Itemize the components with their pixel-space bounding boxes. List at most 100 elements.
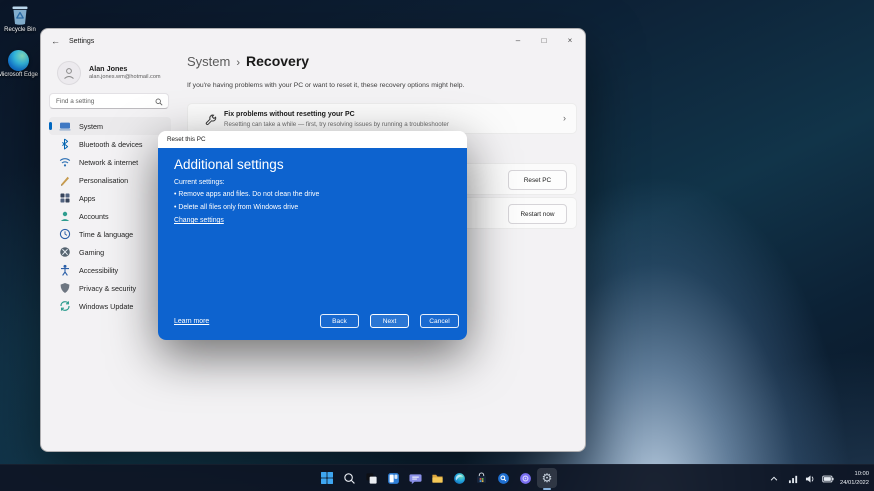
cancel-button[interactable]: Cancel — [420, 314, 459, 328]
sidebar-item-system[interactable]: System — [49, 117, 171, 135]
edge-shortcut-label: Microsoft Edge — [0, 72, 39, 78]
sidebar-item-apps[interactable]: Apps — [49, 189, 171, 207]
shield-icon — [60, 283, 70, 293]
purple-app-icon — [519, 472, 531, 484]
edge-icon — [453, 472, 465, 484]
volume-icon[interactable] — [805, 474, 816, 484]
clock-icon — [59, 228, 71, 240]
sidebar-item-personalisation[interactable]: Personalisation — [49, 171, 171, 189]
troubleshoot-subtitle: Resetting can take a while — first, try … — [224, 121, 449, 128]
chat-button[interactable] — [405, 468, 425, 488]
back-button[interactable]: Back — [320, 314, 359, 328]
recycle-bin-shortcut[interactable]: Recycle Bin — [0, 3, 42, 35]
reset-pc-button[interactable]: Reset PC — [508, 170, 567, 190]
window-controls: – □ × — [505, 31, 583, 49]
task-view-button[interactable] — [361, 468, 381, 488]
network-signal-icon[interactable] — [788, 474, 799, 484]
taskbar-center-icons: ⚙ — [317, 468, 557, 490]
folder-icon — [431, 474, 443, 483]
account-email: alan.jones.wm@hotmail.com — [89, 74, 161, 80]
sidebar-label: Accounts — [79, 211, 109, 221]
sidebar-item-network-internet[interactable]: Network & internet — [49, 153, 171, 171]
sidebar-item-accounts[interactable]: Accounts — [49, 207, 171, 225]
account-avatar[interactable] — [57, 61, 81, 85]
wifi-icon — [59, 158, 71, 167]
window-title: Settings — [69, 38, 95, 45]
restart-now-button[interactable]: Restart now — [508, 204, 567, 224]
clock-date[interactable]: 10:00 24/01/2022 — [840, 470, 869, 487]
maximize-button[interactable]: □ — [531, 31, 557, 49]
sidebar-item-privacy-security[interactable]: Privacy & security — [49, 279, 171, 297]
bullet-glyph: • — [174, 191, 177, 198]
setting-bullet-text: Delete all files only from Windows drive — [178, 204, 299, 211]
edge-shortcut[interactable]: Microsoft Edge — [0, 50, 40, 80]
sidebar-label: Privacy & security — [79, 283, 137, 293]
sidebar-item-time-language[interactable]: Time & language — [49, 225, 171, 243]
learn-more-link[interactable]: Learn more — [174, 318, 209, 325]
settings-search — [49, 93, 169, 109]
widgets-button[interactable] — [383, 468, 403, 488]
sidebar-label: Time & language — [79, 229, 134, 239]
sidebar-item-accessibility[interactable]: Accessibility — [49, 261, 171, 279]
search-icon — [343, 472, 355, 484]
next-button[interactable]: Next — [370, 314, 409, 328]
taskbar: ⚙ 10:00 24/01/2022 — [0, 464, 874, 491]
settings-taskbar-button[interactable]: ⚙ — [537, 468, 557, 490]
sidebar-label: Windows Update — [79, 301, 134, 311]
breadcrumb: System › Recovery — [187, 53, 309, 69]
chat-bubble-icon — [408, 473, 422, 484]
sidebar-item-bluetooth-devices[interactable]: Bluetooth & devices — [49, 135, 171, 153]
clock-time: 10:00 — [854, 471, 869, 478]
settings-sidebar: System Bluetooth & devices Network & int… — [49, 117, 171, 315]
setting-bullet-text: Remove apps and files. Do not clean the … — [178, 191, 320, 198]
store-bag-icon — [476, 471, 486, 483]
paintbrush-icon — [61, 176, 69, 186]
edge-button[interactable] — [449, 468, 469, 488]
current-settings-label: Current settings: — [174, 179, 225, 186]
chevron-right-icon: › — [236, 57, 241, 69]
battery-icon[interactable] — [822, 474, 834, 484]
page-title: Recovery — [246, 53, 310, 69]
sidebar-label: Network & internet — [79, 157, 139, 167]
troubleshoot-card[interactable]: Fix problems without resetting your PC R… — [187, 103, 577, 134]
dialog-title: Reset this PC — [158, 131, 467, 148]
apps-grid-icon — [60, 193, 70, 203]
file-explorer-button[interactable] — [427, 468, 447, 488]
close-button[interactable]: × — [557, 31, 583, 49]
start-button[interactable] — [317, 468, 337, 488]
reset-this-pc-dialog: Reset this PC Additional settings Curren… — [158, 131, 467, 340]
change-settings-link[interactable]: Change settings — [174, 217, 224, 224]
app-icon-purple[interactable] — [515, 468, 535, 488]
widgets-icon — [387, 472, 399, 484]
person-icon — [64, 68, 74, 79]
sidebar-label: Apps — [79, 193, 96, 203]
gear-icon: ⚙ — [541, 471, 553, 485]
sidebar-item-gaming[interactable]: Gaming — [49, 243, 171, 261]
dialog-heading: Additional settings — [174, 157, 284, 172]
microsoft-store-button[interactable] — [471, 468, 491, 488]
task-view-icon — [365, 472, 377, 484]
dialog-buttons: Back Next Cancel — [320, 314, 459, 328]
sidebar-label: Accessibility — [79, 265, 119, 275]
bullet-glyph: • — [174, 204, 177, 211]
back-button[interactable]: ← — [51, 36, 60, 46]
chevron-up-icon[interactable] — [769, 474, 779, 484]
recycle-bin-label: Recycle Bin — [4, 27, 36, 33]
dialog-body: Additional settings Current settings: • … — [158, 148, 467, 340]
sidebar-item-windows-update[interactable]: Windows Update — [49, 297, 171, 315]
troubleshoot-title: Fix problems without resetting your PC — [224, 111, 355, 118]
minimize-button[interactable]: – — [505, 31, 531, 49]
sidebar-label: Personalisation — [79, 175, 129, 185]
app-icon-blue-magnifier[interactable] — [493, 468, 513, 488]
windows-logo-icon — [321, 472, 333, 484]
recovery-intro-text: If you're having problems with your PC o… — [187, 82, 465, 89]
search-input[interactable] — [56, 95, 154, 107]
breadcrumb-system[interactable]: System — [187, 54, 230, 69]
system-tray: 10:00 24/01/2022 — [769, 465, 869, 491]
setting-bullet: • Delete all files only from Windows dri… — [174, 204, 298, 211]
accounts-person-icon — [60, 211, 70, 221]
edge-icon — [7, 50, 29, 71]
sidebar-label: Gaming — [79, 247, 105, 257]
system-icon — [59, 122, 71, 131]
taskbar-search-button[interactable] — [339, 468, 359, 488]
